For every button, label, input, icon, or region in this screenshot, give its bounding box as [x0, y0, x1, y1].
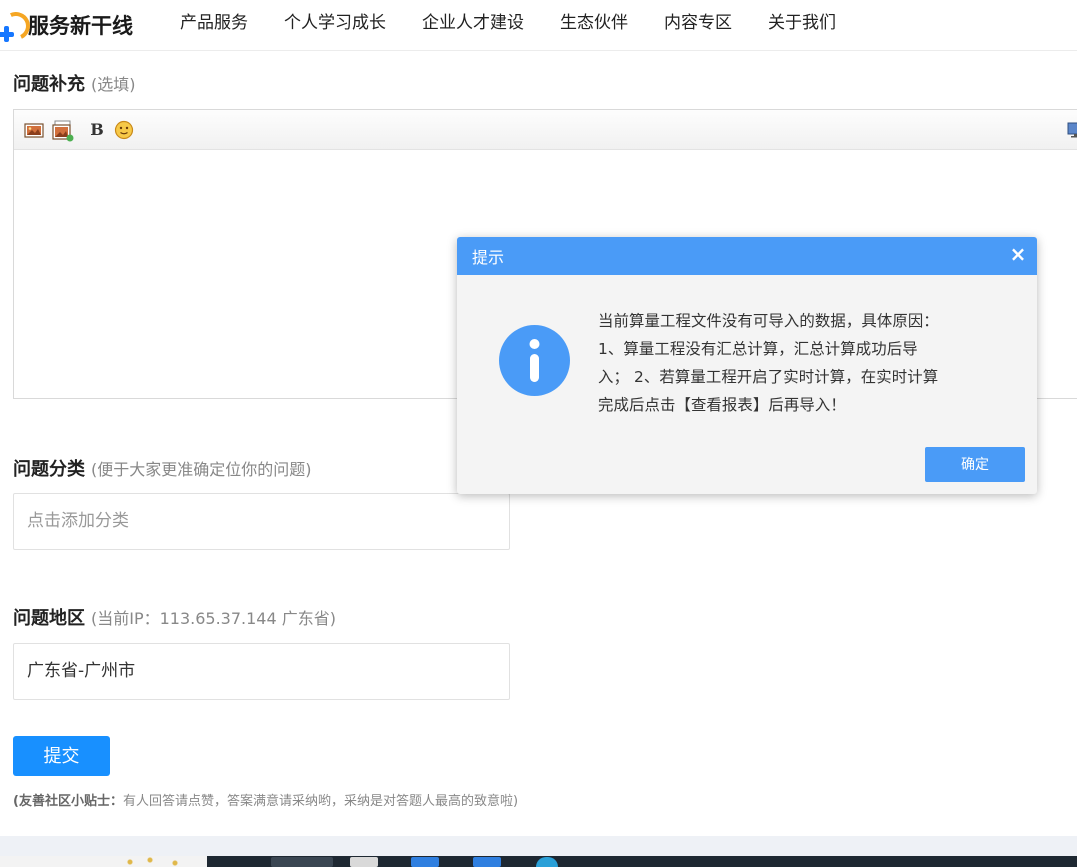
- bold-icon[interactable]: B: [87, 120, 107, 140]
- region-input[interactable]: 广东省-广州市: [13, 643, 510, 700]
- main-nav: 产品服务 个人学习成长 企业人才建设 生态伙伴 内容专区 关于我们: [162, 0, 854, 46]
- region-hint: (当前IP：113.65.37.144 广东省): [91, 609, 336, 628]
- supplement-title-text: 问题补充: [13, 74, 85, 95]
- dialog-header[interactable]: 提示 ×: [457, 237, 1037, 275]
- editor-toolbar: B: [14, 110, 1077, 150]
- site-logo[interactable]: 服务新干线: [0, 8, 133, 44]
- site-header: 服务新干线 产品服务 个人学习成长 企业人才建设 生态伙伴 内容专区 关于我们: [0, 0, 1077, 51]
- dialog-message-line: 入； 2、若算量工程开启了实时计算，在实时计算: [598, 368, 939, 386]
- region-title-text: 问题地区: [13, 608, 85, 629]
- nav-item-about[interactable]: 关于我们: [750, 0, 854, 46]
- image-upload-icon[interactable]: [52, 120, 74, 142]
- category-hint: (便于大家更准确定位你的问题): [91, 460, 312, 479]
- alert-dialog: 提示 × 当前算量工程文件没有可导入的数据，具体原因： 1、算量工程没有汇总计算…: [457, 237, 1037, 494]
- tip-text: 有人回答请点赞，答案满意请采纳哟，采纳是对答题人最高的致意啦): [122, 794, 519, 809]
- nav-item-enterprise-talent[interactable]: 企业人才建设: [404, 0, 542, 46]
- info-icon: [499, 325, 570, 396]
- taskbar-app-icon[interactable]: [536, 857, 558, 867]
- dialog-title: 提示: [472, 248, 505, 267]
- dialog-message-line: 当前算量工程文件没有可导入的数据，具体原因：: [598, 312, 939, 330]
- close-icon[interactable]: ×: [1007, 243, 1029, 265]
- dialog-message-line: 完成后点击【查看报表】后再导入！: [598, 396, 846, 414]
- category-input[interactable]: 点击添加分类: [13, 493, 510, 550]
- taskbar-start-area: [0, 856, 207, 867]
- taskbar: [0, 856, 1077, 867]
- nav-item-partners[interactable]: 生态伙伴: [542, 0, 646, 46]
- category-title: 问题分类 (便于大家更准确定位你的问题): [13, 455, 312, 481]
- tip-label: (友善社区小贴士：: [13, 794, 123, 809]
- taskbar-app-slot[interactable]: [271, 857, 333, 867]
- dialog-message-line: 1、算量工程没有汇总计算，汇总计算成功后导: [598, 340, 918, 358]
- supplement-title: 问题补充 (选填): [13, 70, 136, 96]
- taskbar-app-icon[interactable]: [411, 857, 439, 867]
- nav-item-products[interactable]: 产品服务: [162, 0, 266, 46]
- nav-item-content[interactable]: 内容专区: [646, 0, 750, 46]
- image-icon[interactable]: [24, 120, 44, 140]
- supplement-hint: (选填): [91, 75, 136, 94]
- submit-button[interactable]: 提交: [13, 736, 110, 776]
- category-title-text: 问题分类: [13, 459, 85, 480]
- fullscreen-icon[interactable]: [1066, 120, 1077, 140]
- taskbar-app-icon[interactable]: [473, 857, 501, 867]
- taskbar-app-icon[interactable]: [350, 857, 378, 867]
- nav-item-personal-learning[interactable]: 个人学习成长: [266, 0, 404, 46]
- logo-text: 服务新干线: [28, 14, 133, 38]
- dialog-message: 当前算量工程文件没有可导入的数据，具体原因： 1、算量工程没有汇总计算，汇总计算…: [598, 307, 993, 419]
- emoji-icon[interactable]: [114, 120, 134, 140]
- footer-band: [0, 836, 1077, 856]
- community-tip: (友善社区小贴士：有人回答请点赞，答案满意请采纳哟，采纳是对答题人最高的致意啦): [13, 790, 518, 809]
- logo-icon: [0, 8, 34, 44]
- region-title: 问题地区 (当前IP：113.65.37.144 广东省): [13, 604, 336, 630]
- ok-button[interactable]: 确定: [925, 447, 1025, 482]
